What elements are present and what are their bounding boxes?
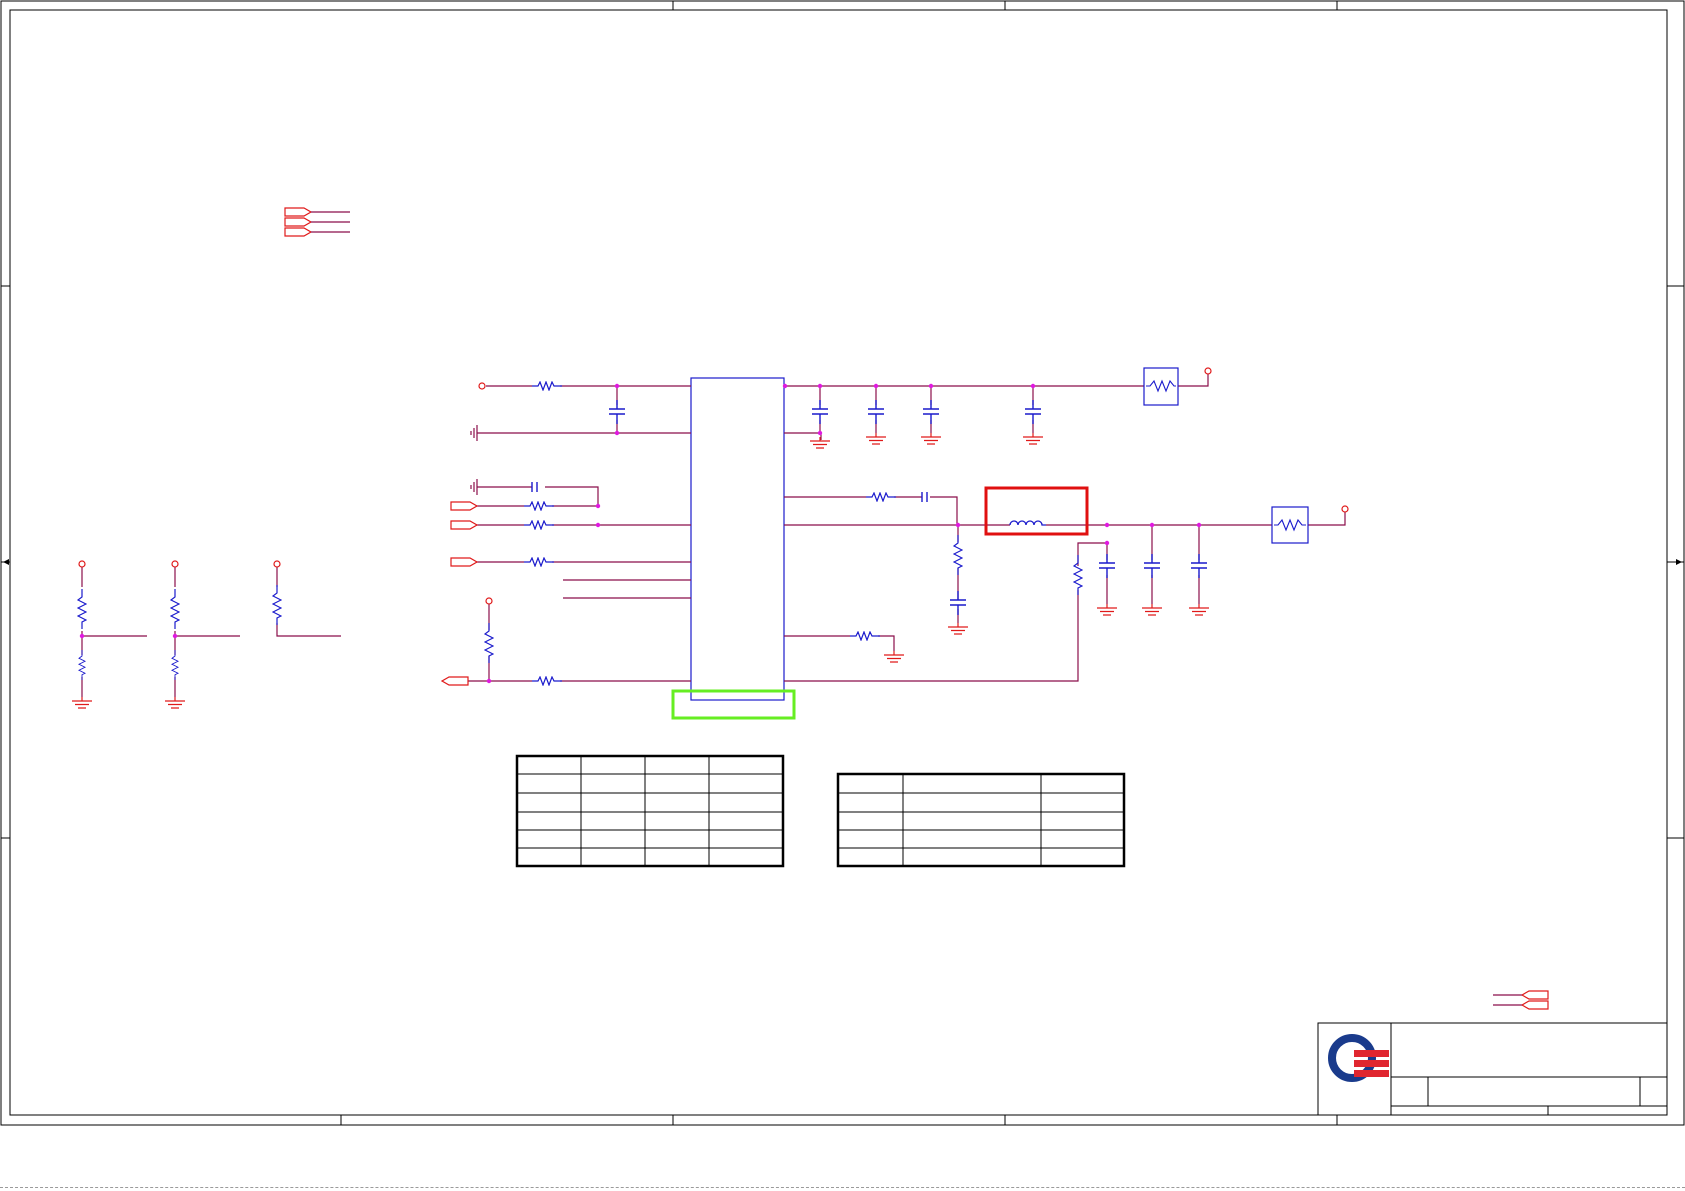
capacitor-icon: [1143, 554, 1161, 578]
resistor-icon: [850, 631, 880, 641]
offpage-connector-icon: [450, 501, 478, 511]
capacitor-icon: [949, 591, 967, 615]
page-edge-dashed-line: [0, 1187, 1685, 1188]
capacitor-icon: [811, 400, 829, 424]
ground-symbols: [71, 424, 1210, 709]
ground-icon: [164, 697, 186, 709]
chassis-ground-icon: [470, 478, 480, 496]
sheet-frame: [0, 0, 1685, 1126]
capacitor-icon: [921, 492, 928, 502]
resistor-icon: [524, 557, 554, 567]
power-pin-icon: [1341, 505, 1349, 513]
table-left: [515, 754, 785, 868]
capacitor-icon: [1098, 554, 1116, 578]
resistor-icon: [866, 492, 896, 502]
signal-ports[interactable]: [441, 501, 478, 686]
resistor-icon: [532, 676, 562, 686]
resistor-icon: [171, 650, 179, 680]
regulator-ic[interactable]: [690, 377, 785, 701]
resistor-icon: [484, 623, 494, 663]
power-pin-icon: [78, 560, 86, 568]
highlight-box-red: [984, 486, 1089, 536]
offpage-connector-group-bottom[interactable]: [1493, 990, 1549, 1010]
offpage-connector-icon: [450, 520, 478, 530]
resistor-icon: [1073, 555, 1083, 595]
ground-icon: [809, 437, 831, 449]
inductor[interactable]: [1009, 520, 1046, 526]
table-right: [836, 772, 1126, 868]
ground-icon: [1188, 604, 1210, 616]
ferrite-beads[interactable]: [1143, 367, 1309, 544]
power-pin-icon: [1204, 367, 1212, 375]
chassis-ground-icon: [470, 424, 480, 442]
resistor-icon: [77, 588, 87, 630]
capacitor-icon: [922, 400, 940, 424]
power-pin-icon: [478, 382, 486, 390]
ground-icon: [1022, 433, 1044, 445]
resistor-icon: [78, 650, 86, 680]
resistor-icon: [953, 535, 963, 575]
company-logo: [1328, 1034, 1389, 1082]
capacitor-icon: [608, 400, 626, 424]
capacitor-icon: [867, 400, 885, 424]
offpage-connector-icon: [441, 676, 469, 686]
ground-icon: [1141, 604, 1163, 616]
ground-icon: [883, 651, 905, 663]
offpage-connector-icon: [450, 557, 478, 567]
power-pin-icon: [171, 560, 179, 568]
resistor-icon: [272, 585, 282, 625]
ground-icon: [920, 433, 942, 445]
power-pin-icon: [485, 597, 493, 605]
capacitor-icon: [531, 482, 538, 492]
ground-icon: [947, 623, 969, 635]
ground-icon: [865, 433, 887, 445]
zone-arrow-left-icon: [3, 559, 9, 565]
inductor-icon: [1009, 520, 1046, 526]
zone-arrow-right-icon: [1676, 559, 1682, 565]
ground-icon: [71, 697, 93, 709]
schematic-sheet: [0, 0, 1685, 1126]
resistor-icon: [524, 501, 554, 511]
capacitor-icon: [1190, 554, 1208, 578]
net-wires: [81, 373, 1346, 697]
ground-icon: [1096, 604, 1118, 616]
power-pin-icon: [273, 560, 281, 568]
offpage-connector-group-top[interactable]: [284, 207, 350, 237]
capacitor-icon: [1024, 400, 1042, 424]
resistor-icon: [170, 588, 180, 630]
capacitors[interactable]: [531, 400, 1208, 615]
resistor-icon: [532, 381, 562, 391]
resistor-icon: [524, 520, 554, 530]
